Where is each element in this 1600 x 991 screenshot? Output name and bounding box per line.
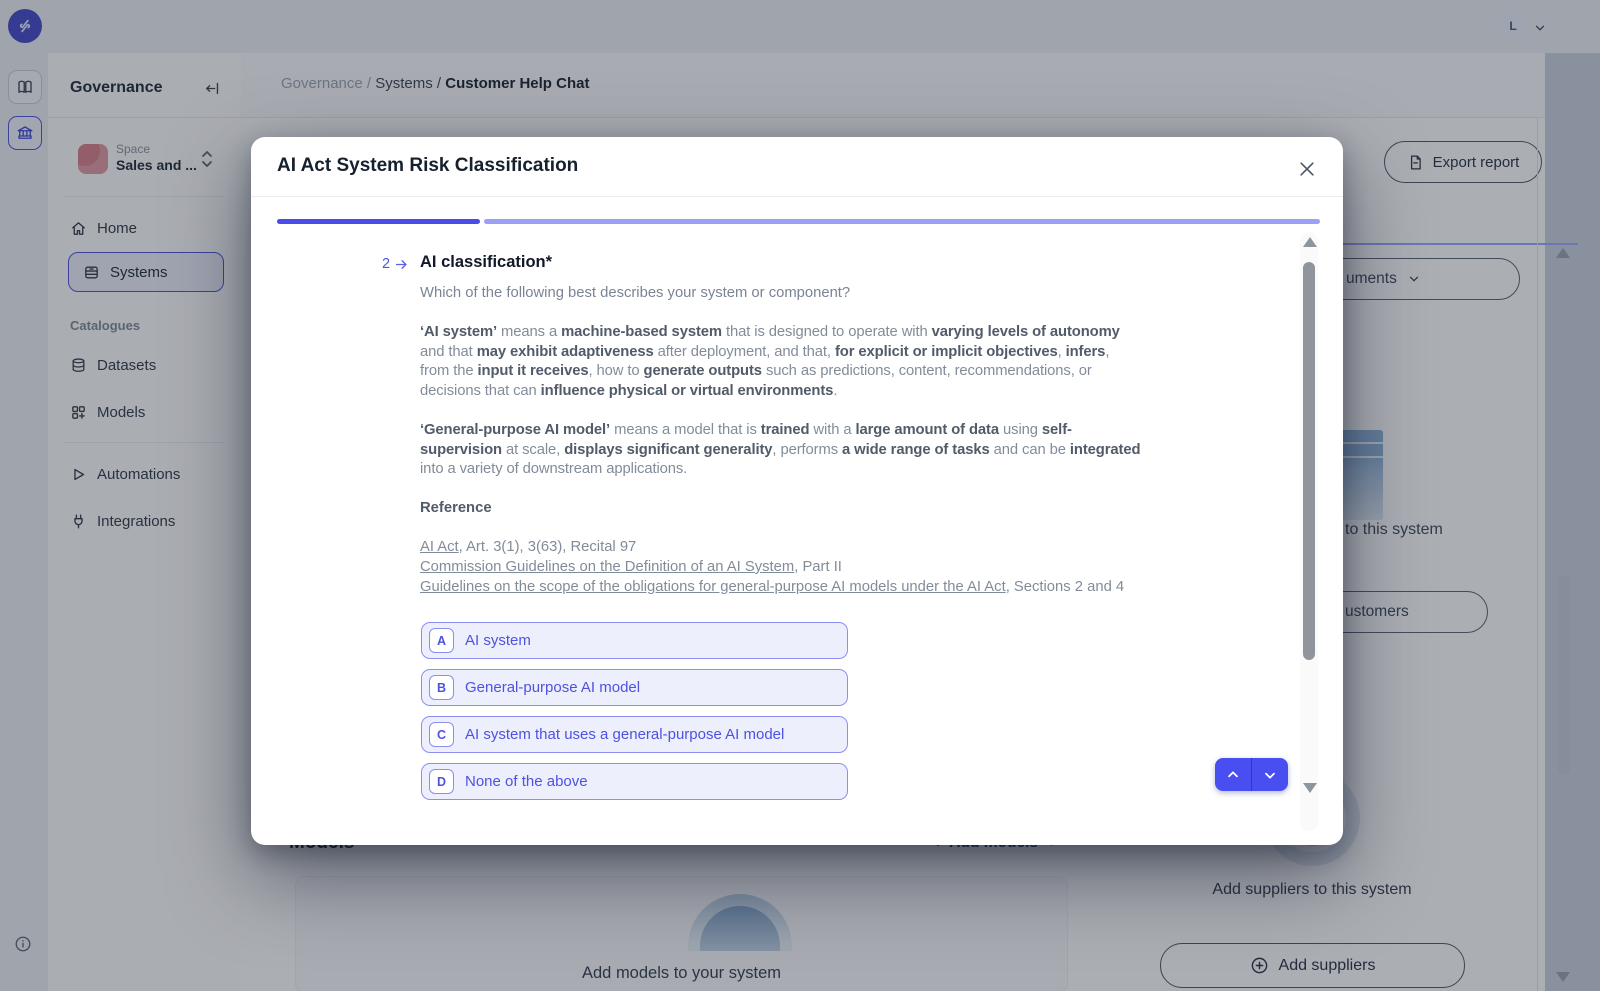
close-icon[interactable] [1295,157,1319,181]
definition-ai-system: ‘AI system’ means a machine-based system… [420,323,1142,401]
option-label: AI system [465,632,531,649]
reference-links: AI Act, Art. 3(1), 3(63), Recital 97 Com… [420,538,1180,597]
option-label: AI system that uses a general-purpose AI… [465,726,784,743]
question-number: 2 [382,256,409,272]
option-b[interactable]: B General-purpose AI model [421,669,848,706]
next-question-button[interactable] [1252,758,1288,791]
question-prompt: Which of the following best describes yo… [420,285,850,301]
question-title: AI classification* [420,253,552,272]
modal-scroll-down-arrow[interactable] [1303,783,1317,793]
reference-heading: Reference [420,500,492,516]
option-a[interactable]: A AI system [421,622,848,659]
previous-question-button[interactable] [1215,758,1251,791]
reference-line[interactable]: Guidelines on the scope of the obligatio… [420,578,1180,598]
modal-progress-fill [277,219,480,224]
reference-line[interactable]: AI Act, Art. 3(1), 3(63), Recital 97 [420,538,1180,558]
option-key-badge: B [429,675,454,700]
option-key-badge: A [429,628,454,653]
arrow-right-icon [394,257,409,272]
reference-line[interactable]: Commission Guidelines on the Definition … [420,558,1180,578]
option-key-badge: D [429,769,454,794]
modal-scrollbar-thumb[interactable] [1303,262,1315,660]
modal-title: AI Act System Risk Classification [277,155,578,177]
app-page: L Governance Space Sales and ... Home [0,0,1600,991]
divider [251,196,1343,197]
option-label: General-purpose AI model [465,679,640,696]
option-d[interactable]: D None of the above [421,763,848,800]
risk-classification-modal: AI Act System Risk Classification 2 AI c… [251,137,1343,845]
question-nav [1215,758,1288,791]
modal-progress-bar [277,219,1320,224]
modal-scroll-up-arrow[interactable] [1303,237,1317,247]
modal-progress-track [484,219,1320,224]
option-c[interactable]: C AI system that uses a general-purpose … [421,716,848,753]
option-key-badge: C [429,722,454,747]
option-label: None of the above [465,773,588,790]
definition-gpai-model: ‘General-purpose AI model’ means a model… [420,421,1142,480]
